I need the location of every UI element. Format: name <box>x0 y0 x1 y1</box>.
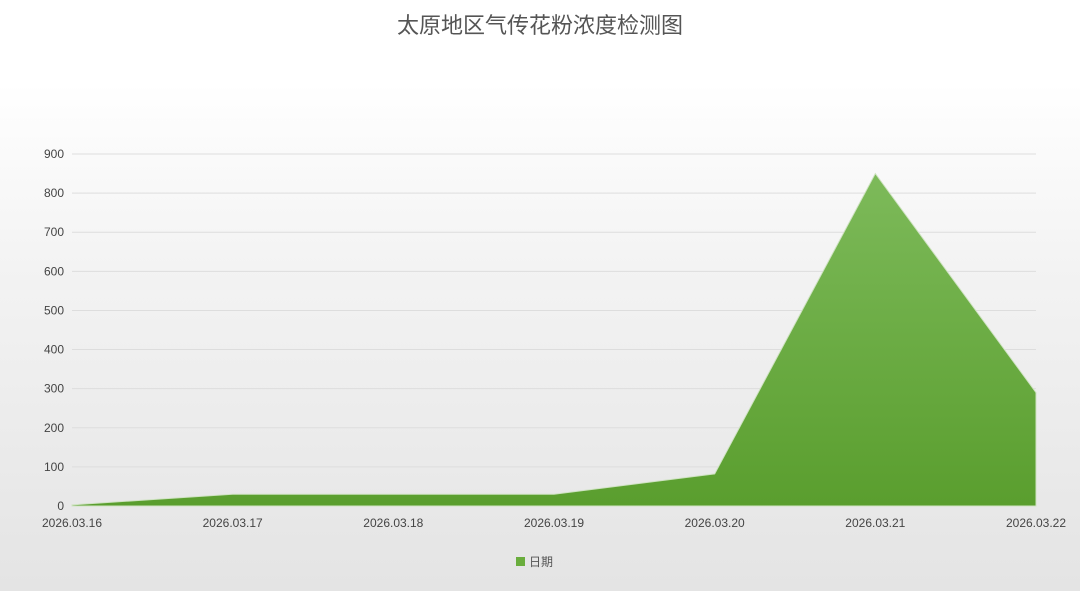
x-tick-label: 2026.03.18 <box>363 516 423 530</box>
x-tick-label: 2026.03.20 <box>685 516 745 530</box>
y-tick-label: 900 <box>44 147 64 161</box>
y-tick-label: 500 <box>44 303 64 317</box>
x-tick-label: 2026.03.22 <box>1006 516 1066 530</box>
legend-swatch <box>516 557 525 566</box>
y-tick-label: 0 <box>57 499 64 513</box>
x-tick-label: 2026.03.17 <box>203 516 263 530</box>
y-tick-label: 600 <box>44 264 64 278</box>
x-tick-label: 2026.03.19 <box>524 516 584 530</box>
legend[interactable]: 日期 <box>516 555 553 569</box>
y-tick-label: 300 <box>44 382 64 396</box>
series-area-日期 <box>71 172 1037 507</box>
legend-label: 日期 <box>529 555 553 569</box>
x-tick-label: 2026.03.21 <box>845 516 905 530</box>
area-chart: 0 100 200 300 400 500 600 700 800 900 2026.03.16 2… <box>42 147 1066 569</box>
y-tick-label: 100 <box>44 460 64 474</box>
y-tick-label: 800 <box>44 186 64 200</box>
y-tick-label: 400 <box>44 343 64 357</box>
y-tick-label: 200 <box>44 421 64 435</box>
y-tick-label: 700 <box>44 225 64 239</box>
x-tick-label: 2026.03.16 <box>42 516 102 530</box>
